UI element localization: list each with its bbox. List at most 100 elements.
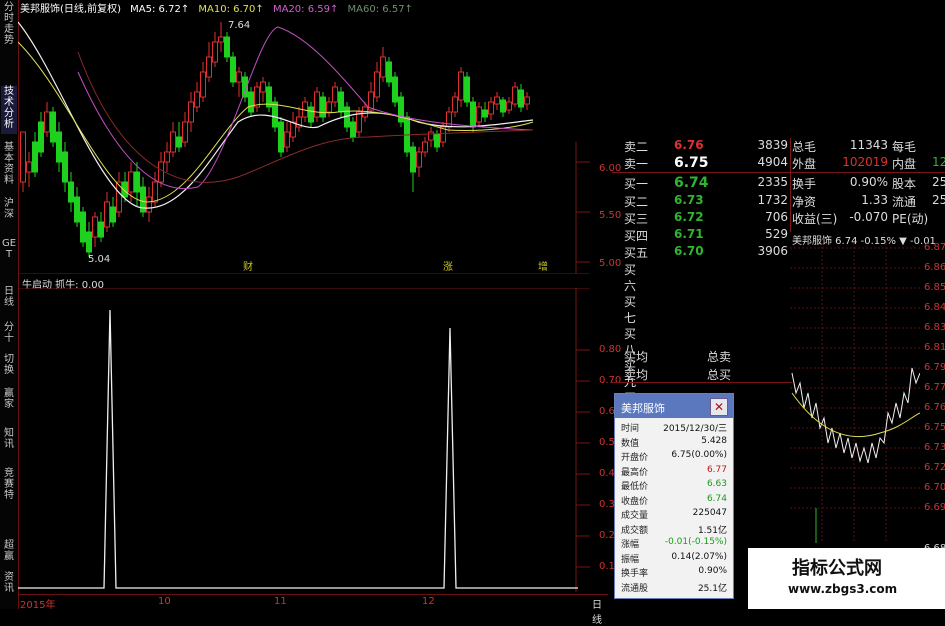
date-tick-10: 10	[158, 596, 171, 607]
candles-group	[20, 22, 530, 257]
event-marker-rise[interactable]: 涨	[443, 261, 453, 273]
popup-row: 最低价 6.63	[619, 479, 729, 492]
mini-grid	[790, 243, 920, 543]
tab-info[interactable]: 资讯	[1, 572, 17, 596]
buy-label: 买四	[624, 229, 649, 243]
sell-price: 6.75	[674, 155, 709, 171]
tab-get[interactable]: GET	[1, 238, 17, 272]
sell-row: 卖一 6.75 4904	[612, 155, 792, 172]
tab-intraday[interactable]: 分时走势	[1, 2, 17, 46]
mini-axis-label: 6.75	[924, 422, 945, 433]
tab-winner[interactable]: 赢家	[1, 388, 17, 412]
candle-body	[470, 101, 476, 128]
candle-body	[200, 71, 206, 98]
mini-axis-label: 6.77	[924, 382, 945, 393]
popup-row: 开盘价 6.75(0.00%)	[619, 450, 729, 463]
candle-body	[374, 71, 380, 98]
candle-body	[80, 211, 86, 243]
buy-label: 买三	[624, 212, 649, 226]
popup-row-value: 5.428	[701, 435, 727, 446]
candle-body	[176, 136, 182, 148]
popup-title-bar[interactable]: 美邦服饰 ✕	[615, 394, 733, 418]
candle-body	[26, 161, 32, 173]
buy-price: 6.72	[674, 210, 704, 224]
popup-row-label: 收盘价	[621, 496, 649, 507]
date-axis: 2015年 10 11 12 日线	[18, 594, 608, 626]
candle-body	[446, 111, 452, 128]
tab-switch[interactable]: 切换	[1, 354, 17, 378]
stat-label: 收益(三)	[792, 212, 838, 226]
buy-row: 买一 6.74 2335	[612, 175, 792, 192]
event-marker-fin[interactable]: 财	[243, 260, 253, 273]
sell-label: 卖一	[624, 157, 649, 171]
candle-body	[416, 151, 422, 168]
tab-technical[interactable]: 技术分析	[1, 86, 17, 134]
candle-body	[230, 56, 236, 83]
candle-body	[524, 96, 530, 105]
popup-row-label: 开盘价	[621, 453, 649, 463]
stat-row: 换手 0.90% 股本 25.2	[792, 175, 945, 192]
candle-body	[218, 36, 224, 43]
popup-row-label: 振幅	[621, 554, 640, 565]
candle-body	[506, 101, 512, 111]
candle-body	[146, 196, 152, 213]
tab-daily[interactable]: 日线	[1, 286, 17, 310]
candle-body	[272, 101, 278, 128]
tab-contest[interactable]: 竞赛特	[1, 468, 17, 502]
candle-body	[182, 121, 188, 143]
candle-body	[212, 41, 218, 63]
candle-body	[68, 181, 74, 203]
candle-body	[512, 86, 518, 105]
mini-axis-label: 6.85	[924, 282, 945, 293]
event-marker-add[interactable]: 增	[538, 260, 548, 273]
bar-info-popup[interactable]: 美邦服饰 ✕ 时间 2015/12/30/三 数值 5.428 开盘价 6.75(0.00…	[614, 393, 734, 599]
date-tick-12: 12	[422, 596, 435, 607]
candle-body	[350, 121, 356, 138]
candle-body	[86, 231, 92, 253]
candle-body	[494, 96, 500, 105]
popup-row-label: 换手率	[621, 569, 649, 579]
tab-fundamentals[interactable]: 基本资料	[1, 142, 17, 190]
intraday-chart[interactable]	[790, 243, 920, 543]
tab-ten[interactable]: 分十	[1, 322, 17, 346]
tab-news[interactable]: 知讯	[1, 428, 17, 452]
candle-body	[236, 71, 242, 83]
popup-row-value: 225047	[692, 508, 727, 518]
candlestick-chart[interactable]: 7.64 5.04 财 涨 增	[18, 12, 590, 274]
buy-volume: 1732	[757, 193, 788, 207]
buy-level-6: 买六	[624, 263, 637, 293]
popup-row-value: 6.77	[706, 464, 727, 475]
candle-body	[326, 101, 332, 113]
mini-axis-label: 6.79	[924, 362, 945, 373]
close-icon[interactable]: ✕	[710, 398, 728, 416]
candle-body	[50, 111, 56, 143]
high-price-label: 7.64	[228, 20, 250, 31]
tab-super[interactable]: 超赢	[1, 540, 17, 564]
popup-row-value: 6.74	[706, 493, 727, 504]
buy-row: 买三 6.72 706	[612, 210, 792, 227]
date-tick-11: 11	[274, 596, 287, 607]
total-buy-label: 总买	[707, 368, 732, 382]
candle-body	[386, 61, 392, 83]
indicator-line	[18, 309, 578, 589]
sell-volume: 3839	[757, 138, 788, 152]
stat-label: 换手	[792, 177, 817, 191]
popup-row-value: 6.75(0.00%)	[671, 450, 727, 460]
candle-body	[248, 91, 254, 113]
period-label[interactable]: 日线	[592, 596, 608, 626]
candle-body	[62, 151, 68, 183]
indicator-chart[interactable]	[18, 288, 590, 592]
popup-row: 换手率 0.90%	[619, 566, 729, 579]
buy-row: 买五 6.70 3906	[612, 244, 792, 261]
tab-shanghai-shenzhen[interactable]: 沪深	[1, 198, 17, 222]
popup-row-label: 涨幅	[621, 540, 640, 550]
stat-label: 净资	[792, 195, 817, 209]
stat-row: 收益(三) -0.070 PE(动)	[792, 210, 945, 227]
popup-row-value: 25.1亿	[697, 583, 727, 594]
candle-body	[356, 111, 362, 133]
mini-axis-label: 6.81	[924, 342, 945, 353]
stat-label: PE(动)	[892, 212, 929, 226]
mini-axis-label: 6.76	[924, 402, 945, 413]
candle-body	[254, 86, 260, 108]
buy-volume: 3906	[757, 244, 788, 258]
